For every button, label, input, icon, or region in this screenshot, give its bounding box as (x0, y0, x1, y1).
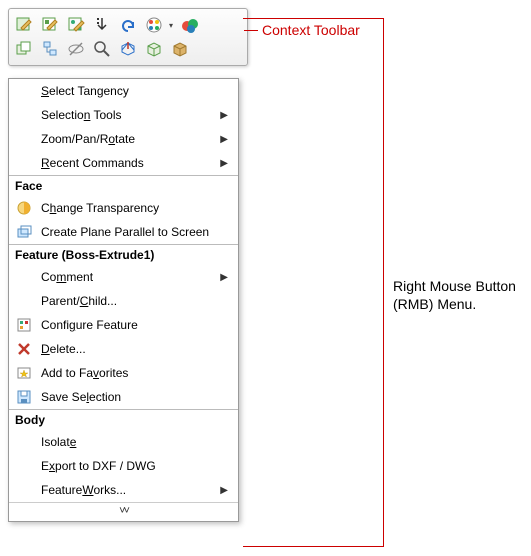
section-face: Face (9, 175, 238, 196)
menu-label-change-transparency: Change Transparency (35, 201, 232, 215)
blank-icon (13, 267, 35, 287)
edit-sketch-icon[interactable] (39, 14, 61, 36)
parent-child-tb-icon[interactable] (39, 38, 61, 60)
menu-label-select-tangency: Select Tangency (35, 84, 232, 98)
move-down-icon[interactable] (91, 14, 113, 36)
hide-icon[interactable] (65, 38, 87, 60)
submenu-arrow-icon: ▶ (220, 110, 232, 121)
undo-icon[interactable] (117, 14, 139, 36)
menu-label-create-plane-parallel: Create Plane Parallel to Screen (35, 225, 232, 239)
menu-label-zoom-pan-rotate: Zoom/Pan/Rotate (35, 132, 220, 146)
copy-entity-icon[interactable] (13, 38, 35, 60)
menu-label-isolate: Isolate (35, 435, 232, 449)
blank-icon (13, 129, 35, 149)
menu-item-recent-commands[interactable]: Recent Commands▶ (9, 151, 238, 175)
toolbar-row-1: ▾ (13, 13, 243, 37)
menu-item-featureworks[interactable]: FeatureWorks...▶ (9, 478, 238, 502)
delete-icon (13, 339, 35, 359)
annotation-rmb-line1: Right Mouse Button (393, 278, 516, 294)
menu-label-selection-tools: Selection Tools (35, 108, 220, 122)
blank-icon (13, 480, 35, 500)
menu-label-delete: Delete... (35, 342, 232, 356)
section-body: Body (9, 409, 238, 430)
menu-item-comment[interactable]: Comment▶ (9, 265, 238, 289)
favorite-icon (13, 363, 35, 383)
menu-label-recent-commands: Recent Commands (35, 156, 220, 170)
toolbar-row-2 (13, 37, 243, 61)
menu-item-select-tangency[interactable]: Select Tangency (9, 79, 238, 103)
blank-icon (13, 432, 35, 452)
rmb-context-menu: Select TangencySelection Tools▶Zoom/Pan/… (8, 78, 239, 522)
appearance-dropdown-icon[interactable]: ▾ (167, 14, 175, 36)
normal-to-icon[interactable] (117, 38, 139, 60)
zoom-to-icon[interactable] (91, 38, 113, 60)
context-toolbar: ▾ (8, 8, 248, 66)
menu-label-save-selection: Save Selection (35, 390, 232, 404)
menu-item-zoom-pan-rotate[interactable]: Zoom/Pan/Rotate▶ (9, 127, 238, 151)
config-icon (13, 315, 35, 335)
save-icon (13, 387, 35, 407)
section-feature: Feature (Boss-Extrude1) (9, 244, 238, 265)
expand-menu-icon[interactable]: ˅˅ (9, 502, 238, 519)
menu-label-parent-child: Parent/Child... (35, 294, 232, 308)
submenu-arrow-icon: ▶ (220, 485, 232, 496)
menu-label-configure-feature: Configure Feature (35, 318, 232, 332)
menu-item-configure-feature[interactable]: Configure Feature (9, 313, 238, 337)
submenu-arrow-icon: ▶ (220, 134, 232, 145)
submenu-arrow-icon: ▶ (220, 158, 232, 169)
menu-item-delete[interactable]: Delete... (9, 337, 238, 361)
menu-item-save-selection[interactable]: Save Selection (9, 385, 238, 409)
blank-icon (13, 456, 35, 476)
view-cube-icon[interactable] (169, 38, 191, 60)
blank-icon (13, 81, 35, 101)
menu-label-featureworks: FeatureWorks... (35, 483, 220, 497)
annotation-rmb-menu: Right Mouse Button (RMB) Menu. (393, 278, 516, 313)
box-select-icon[interactable] (143, 38, 165, 60)
menu-item-parent-child[interactable]: Parent/Child... (9, 289, 238, 313)
blank-icon (13, 291, 35, 311)
menu-label-comment: Comment (35, 270, 220, 284)
menu-item-export-dxf[interactable]: Export to DXF / DWG (9, 454, 238, 478)
menu-item-create-plane-parallel[interactable]: Create Plane Parallel to Screen (9, 220, 238, 244)
menu-item-selection-tools[interactable]: Selection Tools▶ (9, 103, 238, 127)
appearance-icon[interactable] (143, 14, 165, 36)
blank-icon (13, 153, 35, 173)
menu-label-add-to-favorites: Add to Favorites (35, 366, 232, 380)
blank-icon (13, 105, 35, 125)
plane-icon (13, 222, 35, 242)
submenu-arrow-icon: ▶ (220, 272, 232, 283)
transparency-icon (13, 198, 35, 218)
menu-item-change-transparency[interactable]: Change Transparency (9, 196, 238, 220)
menu-item-add-to-favorites[interactable]: Add to Favorites (9, 361, 238, 385)
sketch-properties-icon[interactable] (65, 14, 87, 36)
edit-feature-icon[interactable] (13, 14, 35, 36)
menu-label-export-dxf: Export to DXF / DWG (35, 459, 232, 473)
annotation-bracket (243, 18, 384, 547)
menu-item-isolate[interactable]: Isolate (9, 430, 238, 454)
annotation-rmb-line2: (RMB) Menu. (393, 296, 476, 312)
render-tools-icon[interactable] (179, 14, 201, 36)
